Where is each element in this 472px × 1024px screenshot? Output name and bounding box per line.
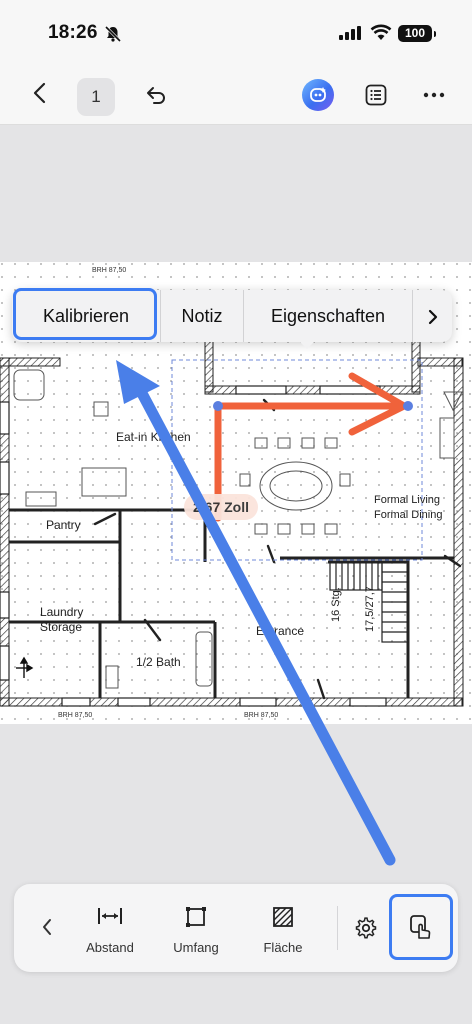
stairs-label: 17,5/27,7: [364, 586, 376, 632]
panel-divider: [337, 906, 338, 950]
room-label: Formal Dining: [374, 509, 443, 521]
top-toolbar: 1: [0, 62, 472, 125]
touch-mode-highlight: [389, 894, 453, 960]
area-icon: [273, 907, 293, 927]
distance-icon: [98, 908, 122, 924]
perimeter-icon: [186, 907, 206, 927]
room-label: Pantry: [46, 518, 81, 532]
measurement-tools-panel: Abstand Umfang Fläche: [14, 884, 458, 972]
brh-marker: BRH 87,50: [92, 267, 127, 274]
note-menu-item[interactable]: Notiz: [161, 290, 243, 342]
room-label: Eat-in Kitchen: [116, 430, 191, 444]
room-label: 1/2 Bath: [136, 655, 181, 669]
back-button[interactable]: [24, 76, 54, 110]
wifi-icon: [370, 24, 392, 40]
menu-tail: [298, 340, 316, 349]
menu-next-button[interactable]: [413, 290, 452, 342]
gear-icon: [355, 917, 377, 939]
page-number-button[interactable]: 1: [77, 78, 115, 116]
battery-indicator: 100: [398, 25, 436, 42]
status-time: 18:26: [48, 22, 98, 43]
brh-marker: BRH 87,50: [58, 712, 93, 719]
calibrate-highlight: [13, 288, 157, 340]
stairs-label: 16 Stg.: [330, 587, 342, 622]
room-label: Formal Living: [374, 494, 441, 506]
outline-button[interactable]: [360, 79, 392, 111]
room-label: Entrance: [256, 624, 305, 638]
ellipsis-icon: [423, 92, 445, 98]
area-tool-button[interactable]: Fläche: [243, 884, 323, 972]
context-menu: Kalibrieren Notiz Eigenschaften: [12, 288, 452, 349]
measurement-label[interactable]: 2 67 Zoll: [184, 494, 258, 520]
perimeter-tool-label: Umfang: [173, 940, 219, 955]
distance-tool-button[interactable]: Abstand: [70, 884, 150, 972]
undo-button[interactable]: [138, 78, 172, 112]
settings-button[interactable]: [346, 884, 386, 972]
more-options-button[interactable]: [418, 79, 450, 111]
distance-tool-label: Abstand: [86, 940, 134, 955]
chevron-left-icon: [33, 82, 46, 104]
perimeter-tool-button[interactable]: Umfang: [156, 884, 236, 972]
list-icon: [365, 84, 387, 106]
cellular-signal-icon: [339, 26, 361, 40]
area-tool-label: Fläche: [263, 940, 303, 955]
properties-menu-item[interactable]: Eigenschaften: [244, 290, 412, 342]
room-label: Storage: [40, 620, 83, 634]
collapse-tools-button[interactable]: [32, 884, 62, 972]
brh-marker: BRH 87,50: [244, 712, 279, 719]
chevron-left-icon: [43, 919, 51, 935]
ai-assistant-button[interactable]: [302, 79, 334, 111]
chevron-right-icon: [428, 310, 437, 325]
room-label: Laundry: [40, 605, 84, 619]
bell-muted-icon: [104, 25, 122, 43]
status-bar: 18:26 100: [0, 0, 472, 62]
undo-icon: [147, 87, 165, 104]
ai-assistant-icon: [310, 87, 326, 102]
